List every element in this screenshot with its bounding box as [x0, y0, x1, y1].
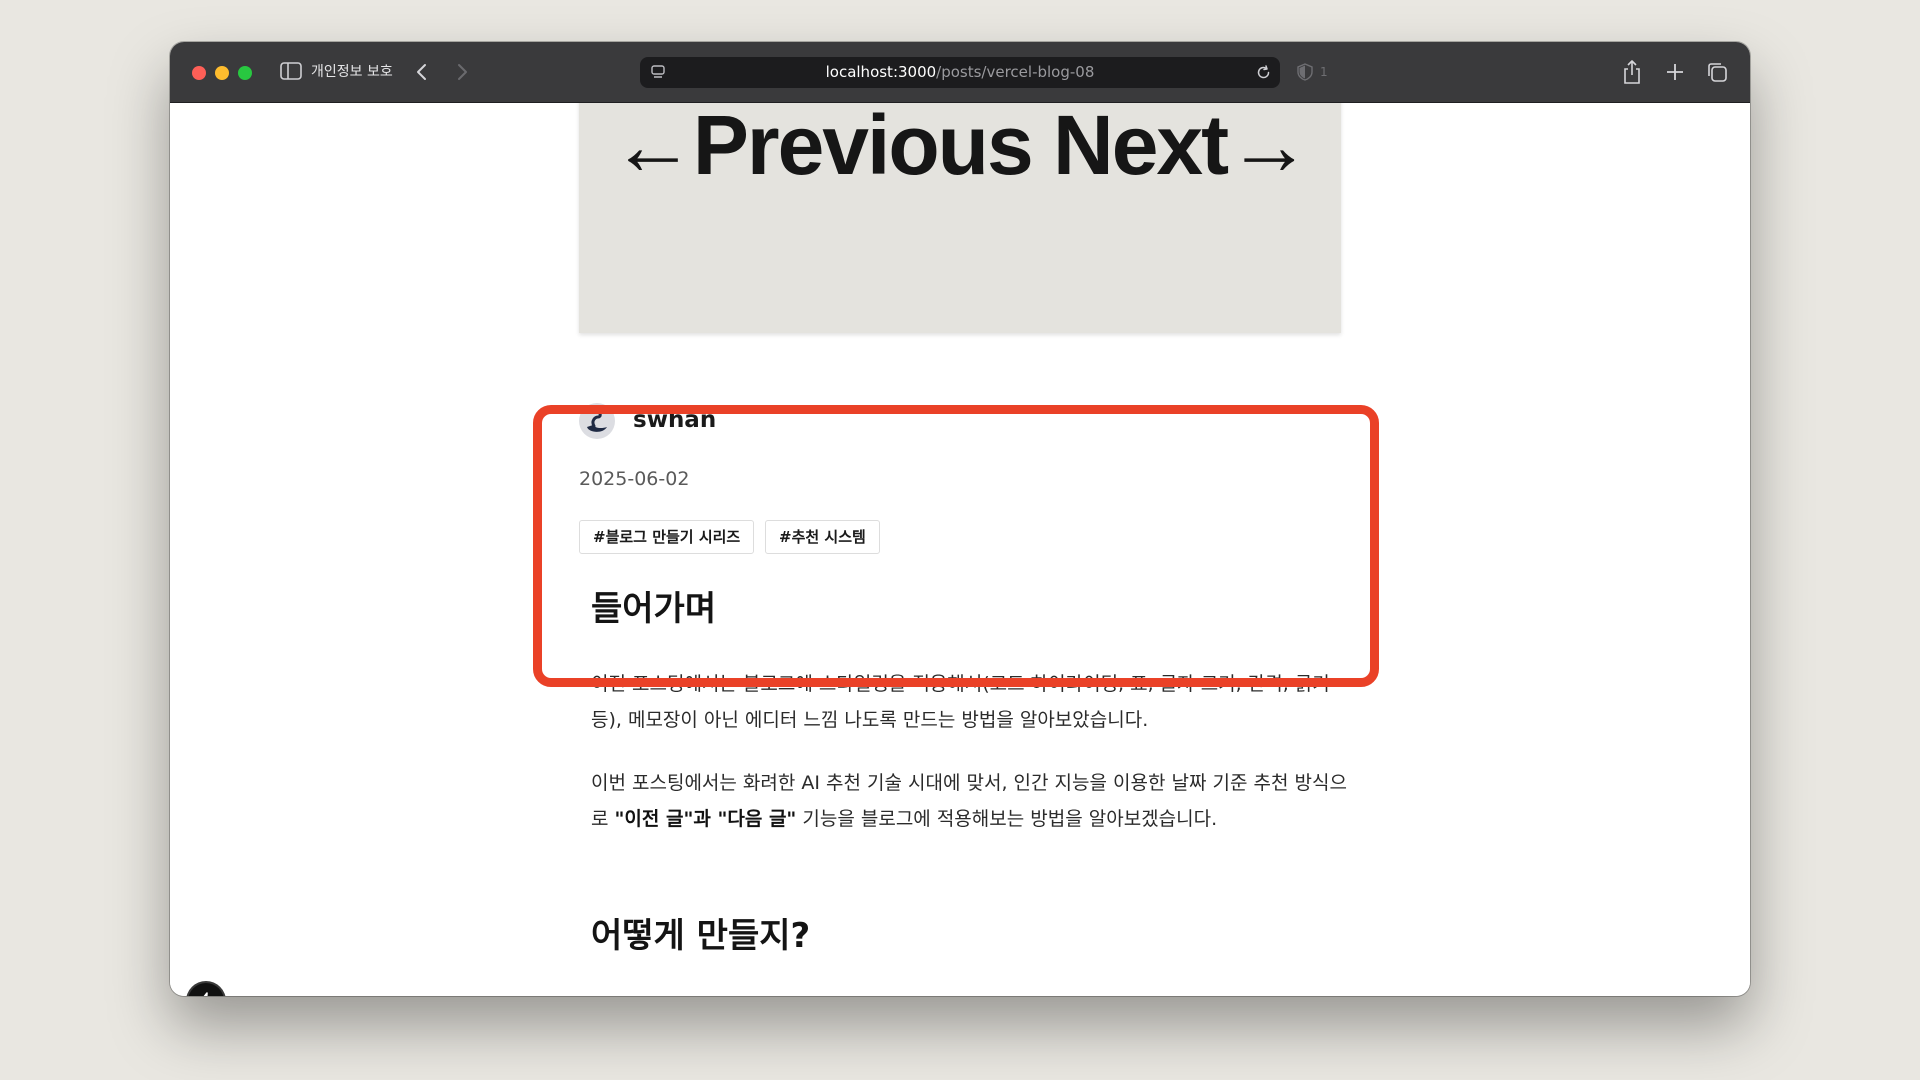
post-date: 2025-06-02 [579, 468, 690, 490]
page-settings-icon[interactable] [650, 64, 666, 80]
clipped-text-line [591, 989, 1311, 996]
forward-icon[interactable] [450, 60, 474, 84]
para2-text-end: 기능을 블로그에 적용해보는 방법을 알아보겠습니다. [796, 808, 1218, 830]
intro-paragraph-2: 이번 포스팅에서는 화려한 AI 추천 기술 시대에 맞서, 인간 지능을 이용… [591, 765, 1351, 837]
minimize-window-button[interactable] [215, 66, 229, 80]
address-bar[interactable]: localhost:3000/posts/vercel-blog-08 [640, 57, 1280, 88]
browser-window: 개인정보 보호 localhost:3000/posts/vercel-blog… [170, 42, 1750, 996]
intro-paragraph-1: 이전 포스팅에서는 블로그에 스타일링을 적용해서(코드 하이라이팅, 표, 글… [591, 673, 1330, 731]
new-tab-icon[interactable] [1664, 61, 1686, 83]
zoom-window-button[interactable] [238, 66, 252, 80]
nextjs-devtools-button[interactable] [188, 983, 224, 996]
blocked-count: 1 [1320, 65, 1328, 79]
url-path: /posts/vercel-blog-08 [936, 63, 1095, 81]
url-text[interactable]: localhost:3000/posts/vercel-blog-08 [680, 62, 1240, 83]
tab-overview-icon[interactable] [1706, 61, 1728, 83]
reload-icon[interactable] [1255, 64, 1272, 81]
share-icon[interactable] [1621, 59, 1643, 85]
sidebar-toggle-icon[interactable] [280, 62, 302, 80]
page-content: ←Previous Next→ swhan 2025-06-02 #블로그 만들… [170, 103, 1750, 996]
author-avatar [579, 403, 615, 439]
lightning-icon [203, 992, 208, 996]
tag-blog-series[interactable]: #블로그 만들기 시리즈 [579, 520, 755, 554]
shield-icon[interactable] [1296, 63, 1314, 81]
cover-title: ←Previous Next→ [610, 103, 1311, 192]
tag-recommendation[interactable]: #추천 시스템 [765, 520, 880, 554]
privacy-label[interactable]: 개인정보 보호 [311, 62, 393, 82]
author-name: swhan [633, 407, 717, 433]
url-host: localhost:3000 [825, 63, 937, 81]
back-icon[interactable] [410, 60, 434, 84]
heading-intro: 들어가며 [591, 589, 717, 629]
cover-image: ←Previous Next→ [579, 103, 1341, 333]
para2-bold: "이전 글"과 "다음 글" [614, 808, 797, 830]
browser-toolbar: 개인정보 보호 localhost:3000/posts/vercel-blog… [170, 42, 1750, 103]
swan-icon [587, 410, 607, 432]
heading-how: 어떻게 만들지? [591, 916, 811, 956]
close-window-button[interactable] [192, 66, 206, 80]
